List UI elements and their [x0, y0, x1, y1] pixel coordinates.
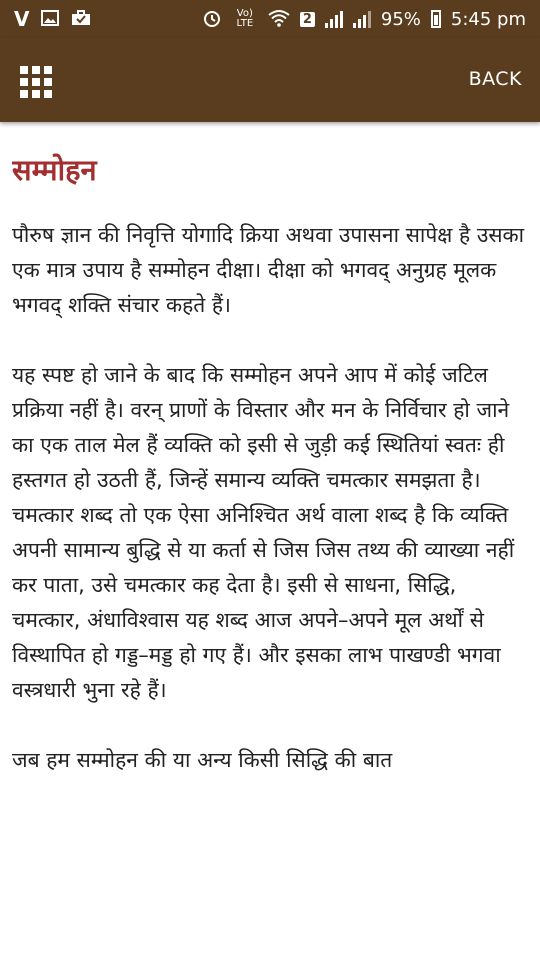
- status-bar: V Vo) LTE 2 95% 5:45 pm: [0, 0, 540, 38]
- wifi-icon: [268, 9, 290, 30]
- alarm-icon: [202, 8, 222, 31]
- carrier-icon: V: [14, 7, 30, 31]
- app-bar: BACK: [0, 38, 540, 122]
- signal-icon: [324, 10, 343, 28]
- sim-number: 2: [299, 11, 315, 27]
- signal-icon-2: [352, 10, 371, 28]
- volte-label: Vo) LTE: [236, 8, 254, 29]
- image-icon: [41, 9, 60, 29]
- back-button[interactable]: BACK: [469, 68, 522, 90]
- article-title: सम्मोहन: [12, 153, 97, 187]
- clock-time: 5:45 pm: [450, 8, 526, 30]
- grid-menu-icon[interactable]: [20, 66, 52, 98]
- battery-percent: 95%: [380, 8, 421, 30]
- article-paragraph: यह स्पष्ट हो जाने के बाद कि सम्मोहन अपने…: [12, 363, 515, 702]
- article-paragraph: जब हम सम्मोहन की या अन्य किसी सिद्धि की …: [12, 748, 393, 772]
- article-content[interactable]: सम्मोहन पौरुष ज्ञान की निवृत्ति योगादि क…: [12, 122, 528, 960]
- briefcase-icon: [71, 9, 91, 29]
- article-paragraph: पौरुष ज्ञान की निवृत्ति योगादि क्रिया अथ…: [12, 223, 525, 317]
- battery-icon: [430, 10, 441, 28]
